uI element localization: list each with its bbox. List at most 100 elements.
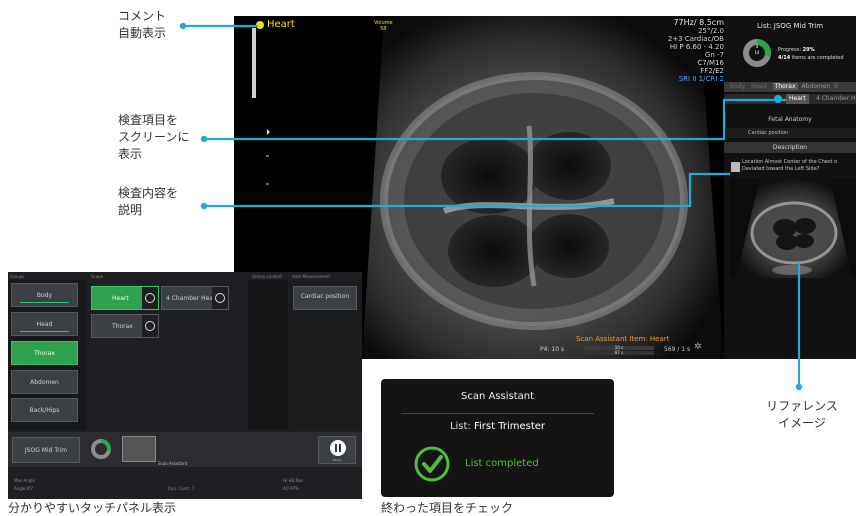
progress-value: 29% bbox=[802, 47, 815, 53]
callout-description: 検査内容を 説明 bbox=[118, 185, 178, 219]
group-body-label: Body bbox=[36, 292, 53, 299]
popup-list: List: First Trimester bbox=[381, 421, 614, 432]
callout-item-display: 検査項目を スクリーンに 表示 bbox=[118, 112, 189, 163]
angle-label[interactable]: Angle 65° bbox=[14, 485, 35, 493]
touch-progress-donut bbox=[91, 439, 111, 459]
hd-res-label[interactable]: HI HD Res bbox=[283, 477, 303, 485]
content-column bbox=[248, 280, 288, 430]
callout-item-line-2: 表示 bbox=[118, 147, 143, 161]
callout-reference: リファレンス イメージ bbox=[762, 398, 842, 432]
touch-footer-label: Scan Assistant bbox=[158, 461, 188, 466]
p4-value: 10 s bbox=[551, 346, 565, 353]
pause-icon-bar-left bbox=[335, 444, 337, 452]
group-abdomen-label: Abdomen bbox=[30, 379, 59, 386]
scan-assistant-side-panel: List: JSOG Mid Trim 4 14 Progress: 29% 4… bbox=[724, 16, 856, 359]
pause-icon-bar-right bbox=[339, 444, 341, 452]
param-line-2: 2+3 Cardiac/OB bbox=[667, 35, 724, 43]
comment-marker-icon bbox=[256, 21, 264, 29]
tab-abdomen[interactable]: Abdomen bbox=[801, 83, 830, 90]
callout-comment-line-0: コメント bbox=[118, 9, 167, 23]
pause-button[interactable]: Pause bbox=[318, 436, 356, 464]
item-tabs: Heart 4 Chamber H bbox=[724, 94, 856, 104]
tab-body[interactable]: Body bbox=[730, 83, 745, 90]
group-thorax-button[interactable]: Thorax bbox=[11, 341, 78, 365]
donut-total: 14 bbox=[754, 50, 760, 55]
ao-label[interactable]: AO 97% bbox=[283, 485, 303, 493]
max-angle-label[interactable]: Max Angle bbox=[14, 477, 35, 485]
tab-back[interactable]: B bbox=[834, 83, 838, 90]
item-tab-4chamber[interactable]: 4 Chamber H bbox=[816, 94, 856, 104]
pause-label: Pause bbox=[332, 458, 342, 462]
p4-right-readout: 569 / 1 s bbox=[664, 346, 691, 353]
item-thorax-button[interactable]: Thorax bbox=[91, 314, 159, 338]
imaging-parameters: 77Hz/ 8.5cm 25°/2.0 2+3 Cardiac/OB HI P … bbox=[624, 18, 724, 83]
param-line-6: FF2/E2 bbox=[700, 67, 724, 75]
progress-detail: 4/14 bbox=[778, 55, 791, 61]
cine-icon[interactable]: ✲ bbox=[694, 342, 702, 352]
volume-readout: Volume 58 bbox=[374, 20, 393, 32]
section-title: Fetal Anatomy bbox=[768, 116, 812, 123]
group-thorax-label: Thorax bbox=[34, 350, 55, 357]
reference-image bbox=[730, 178, 856, 278]
list-select-button[interactable]: JSOG Mid Trim bbox=[12, 437, 80, 463]
popup-status: List completed bbox=[465, 458, 539, 469]
popup-list-prefix: List: bbox=[449, 421, 471, 432]
description-line-1: Deviated toward the Left Side? bbox=[742, 166, 820, 172]
check-circle-icon bbox=[414, 446, 450, 482]
touch-thumbnail[interactable] bbox=[122, 436, 156, 462]
caption-checked: 終わった項目をチェック bbox=[381, 501, 514, 515]
popup-divider bbox=[401, 413, 594, 414]
progress-detail-suffix: items are completed bbox=[791, 55, 844, 61]
item-tab-heart[interactable]: Heart bbox=[786, 94, 809, 104]
donut-counts: 4 14 bbox=[754, 44, 760, 56]
item-marker-icon bbox=[774, 95, 782, 103]
callout-item-line-1: スクリーンに bbox=[118, 130, 190, 144]
group-backhips-button[interactable]: Back/Hips bbox=[11, 398, 78, 422]
list-select-label: JSOG Mid Trim bbox=[24, 447, 68, 454]
scan-item-label: Scan Assistant Item: Heart bbox=[576, 335, 670, 343]
item-4chamber-check-icon bbox=[215, 293, 225, 303]
popup-title: Scan Assistant bbox=[460, 391, 535, 402]
group-tabs: Body Head Thorax Abdomen B bbox=[724, 82, 856, 92]
param-line-blue: SRI II 1/CRI 2 bbox=[678, 75, 724, 83]
tab-thorax[interactable]: Thorax bbox=[772, 83, 798, 90]
p4-bar-2: 87 s bbox=[614, 350, 624, 355]
callout-desc-line-0: 検査内容を bbox=[118, 186, 179, 200]
p4-bars: 10 s 87 s bbox=[584, 345, 654, 355]
touch-panel: Groups Scope Skinny content Auto Measure… bbox=[8, 272, 362, 499]
cardiac-position-field[interactable]: Cardiac position bbox=[724, 128, 856, 138]
header-content: Skinny content bbox=[252, 274, 282, 279]
callout-desc-line-1: 説明 bbox=[118, 203, 143, 217]
popup-list-name: First Trimester bbox=[474, 421, 546, 432]
item-heart-button[interactable]: Heart bbox=[91, 286, 159, 310]
cardiac-position-label: Cardiac position bbox=[300, 293, 350, 300]
list-title: List: JSOG Mid Trim bbox=[756, 22, 824, 30]
book-icon bbox=[731, 162, 740, 172]
header-groups: Groups bbox=[10, 274, 25, 279]
callout-comment-line-1: 自動表示 bbox=[118, 26, 167, 40]
group-body-bar bbox=[20, 302, 69, 303]
item-4chamber-button[interactable]: 4 Chamber Heart bbox=[161, 286, 229, 310]
group-head-label: Head bbox=[36, 321, 53, 328]
tab-head[interactable]: Head bbox=[751, 83, 767, 90]
item-heart-check-icon bbox=[145, 293, 155, 303]
description-title: Description bbox=[724, 142, 856, 153]
cardiac-position-button[interactable]: Cardiac position bbox=[293, 286, 357, 310]
group-abdomen-button[interactable]: Abdomen bbox=[11, 370, 78, 394]
group-backhips-label: Back/Hips bbox=[29, 407, 60, 414]
volume-value: 58 bbox=[380, 26, 387, 32]
comment-text: Heart bbox=[267, 19, 295, 30]
dyn-contr-label[interactable]: Dyn. Contr. 7 bbox=[168, 486, 194, 491]
scan-assistant-popup: Scan Assistant List: First Trimester Lis… bbox=[381, 379, 614, 497]
touch-footer-left: Max Angle Angle 65° bbox=[14, 477, 35, 493]
touch-footer-right: HI HD Res AO 97% bbox=[283, 477, 303, 493]
group-head-bar bbox=[20, 331, 69, 332]
callout-ref-line-1: イメージ bbox=[778, 416, 826, 430]
caption-touch-panel: 分かりやすいタッチパネル表示 bbox=[8, 501, 177, 515]
item-4chamber-label: 4 Chamber Heart bbox=[166, 295, 218, 302]
group-head-button[interactable]: Head bbox=[11, 312, 78, 336]
progress-label: Progress: bbox=[778, 47, 802, 53]
callout-ref-line-0: リファレンス bbox=[766, 399, 838, 413]
group-body-button[interactable]: Body bbox=[11, 283, 78, 307]
p4-label: P4: bbox=[540, 346, 550, 353]
